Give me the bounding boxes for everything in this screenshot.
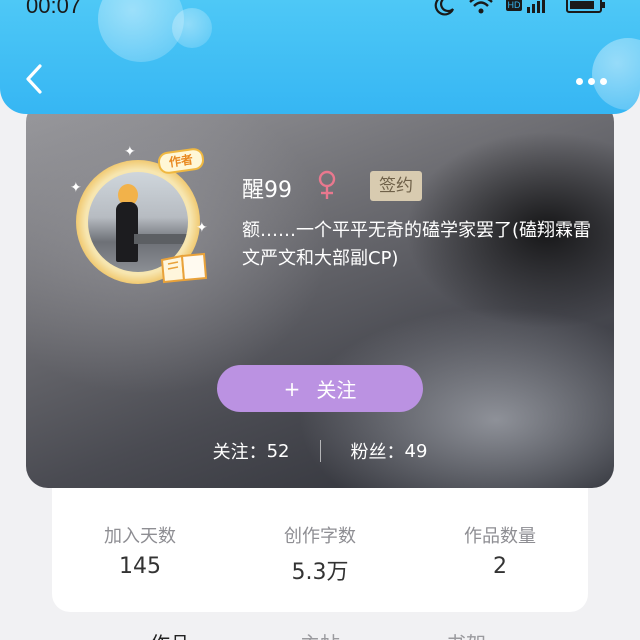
profile-card: 作者 ✦ ✦ ✦ 醒99 签约 额……一个平平无奇的磕学家罢了(磕翔霖雷文严文和… — [26, 100, 614, 488]
works-count-stat: 作品数量 2 — [420, 522, 580, 579]
content-tabs: 作品 主帖 书架 — [0, 628, 640, 640]
chevron-left-icon — [26, 64, 42, 94]
sparkle-icon: ✦ — [124, 144, 136, 160]
word-count-value: 5.3万 — [291, 560, 349, 585]
sparkle-icon: ✦ — [196, 220, 208, 236]
photo-person — [116, 202, 138, 262]
header-bar: 00:07 HD — [0, 0, 640, 114]
follow-button[interactable]: + 关注 — [217, 365, 423, 412]
signal-icon: HD — [506, 0, 545, 13]
decor-bubble — [172, 8, 212, 48]
female-icon — [318, 170, 336, 199]
join-days-stat: 加入天数 145 — [60, 522, 220, 579]
following-stat[interactable]: 关注： 52 — [213, 438, 290, 464]
tab-bookshelf[interactable]: 书架 — [446, 628, 486, 640]
works-count-label: 作品数量 — [464, 526, 536, 547]
status-icons: HD — [434, 0, 606, 16]
follow-button-label: 关注 — [316, 378, 357, 402]
follow-stats: 关注： 52 粉丝： 49 — [26, 436, 614, 466]
sparkle-icon: ✦ — [70, 180, 82, 196]
nickname: 醒99 — [242, 178, 292, 203]
tab-posts[interactable]: 主帖 — [300, 628, 340, 640]
fans-count: 49 — [404, 440, 428, 462]
divider — [319, 440, 321, 462]
more-button[interactable] — [576, 70, 612, 92]
following-count: 52 — [266, 440, 290, 462]
fans-stat[interactable]: 粉丝： 49 — [351, 438, 428, 464]
battery-icon — [566, 0, 605, 13]
book-icon — [160, 252, 208, 284]
bio-text: 额……一个平平无奇的磕学家罢了(磕翔霖雷文严文和大部副CP) — [242, 220, 592, 269]
following-label: 关注： — [212, 442, 267, 463]
wifi-icon — [469, 0, 493, 14]
svg-text:HD: HD — [508, 0, 521, 10]
tab-works[interactable]: 作品 — [150, 628, 190, 640]
word-count-stat: 创作字数 5.3万 — [240, 522, 400, 586]
author-badge: 作者 — [156, 146, 206, 176]
photo-bench — [134, 234, 188, 244]
works-count-value: 2 — [493, 554, 507, 579]
author-info-card: 加入天数 145 创作字数 5.3万 作品数量 2 — [52, 488, 588, 612]
back-button[interactable] — [22, 62, 50, 96]
author-profile-screen: 00:07 HD 作者 ✦ ✦ ✦ 醒99 签约 额……一个平平无奇的磕学家罢了… — [0, 0, 640, 640]
more-dot — [576, 77, 583, 85]
more-dot — [588, 77, 595, 85]
plus-icon: + — [283, 376, 301, 401]
moon-icon — [434, 0, 455, 16]
avatar[interactable]: 作者 ✦ ✦ ✦ — [70, 144, 210, 290]
signed-badge: 签约 — [370, 171, 422, 201]
join-days-value: 145 — [119, 554, 161, 579]
decor-bubble — [98, 0, 184, 62]
word-count-label: 创作字数 — [284, 526, 356, 547]
fans-label: 粉丝： — [350, 442, 405, 463]
join-days-label: 加入天数 — [104, 526, 176, 547]
status-time: 00:07 — [26, 0, 82, 18]
more-dot — [600, 77, 607, 85]
